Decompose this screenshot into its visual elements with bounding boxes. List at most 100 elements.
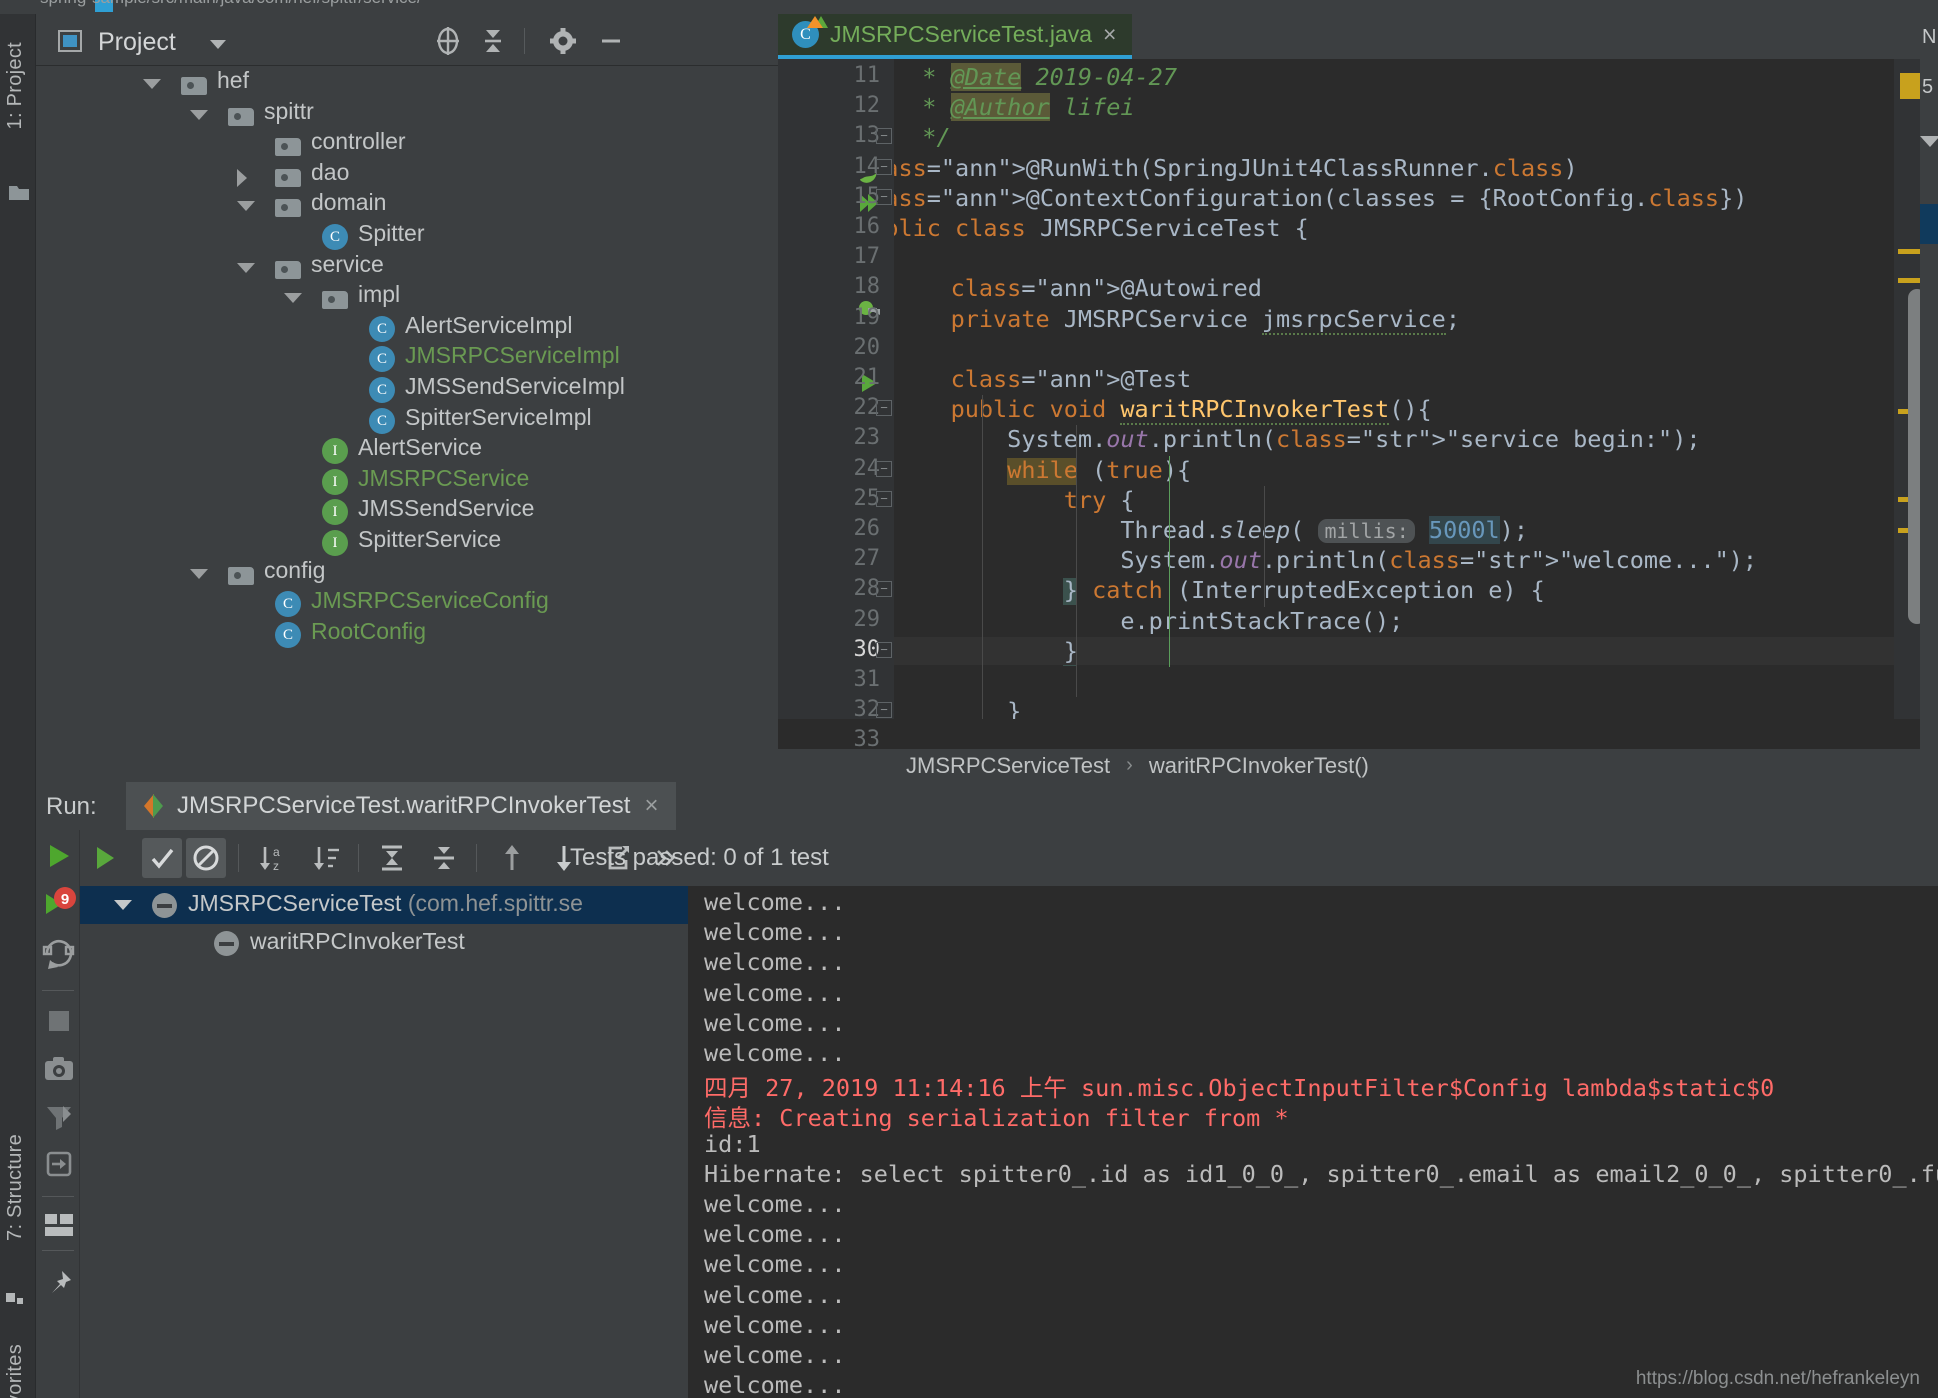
close-icon[interactable]: ×: [1103, 21, 1116, 48]
rerun-failed-tests-icon[interactable]: [42, 936, 76, 975]
tree-item-impl[interactable]: impl: [36, 281, 778, 312]
previous-failed-test-icon[interactable]: [492, 838, 532, 878]
debug-icon[interactable]: 9: [40, 886, 78, 929]
code-line[interactable]: }: [894, 636, 1894, 665]
test-tree-row[interactable]: JMSRPCServiceTest (com.hef.spittr.se: [80, 886, 688, 924]
tab-jmsrpcservicetest[interactable]: C JMSRPCServiceTest.java ×: [778, 14, 1133, 59]
tree-item-service[interactable]: service: [36, 251, 778, 282]
chevron-down-icon[interactable]: [190, 568, 208, 579]
scroll-to-end-icon[interactable]: [44, 1150, 74, 1183]
run-configuration-tab[interactable]: JMSRPCServiceTest.waritRPCInvokerTest ×: [126, 782, 677, 830]
breadcrumb-class[interactable]: JMSRPCServiceTest: [906, 753, 1110, 779]
console-line: welcome...: [704, 948, 846, 977]
tree-item-config[interactable]: config: [36, 557, 778, 588]
show-passed-tests-icon[interactable]: [142, 838, 182, 878]
code-line[interactable]: }: [894, 697, 1021, 719]
tree-item-spitterservice[interactable]: I SpitterService: [36, 526, 778, 557]
tree-item-spittr[interactable]: spittr: [36, 98, 778, 129]
console-output[interactable]: welcome... welcome... welcome... welcome...…: [688, 886, 1938, 1398]
stop-icon[interactable]: [45, 1007, 73, 1040]
sidebar-item-favorites[interactable]: vorites: [4, 1344, 27, 1398]
tree-item-jmsrpcservice[interactable]: I JMSRPCService: [36, 465, 778, 496]
code-line[interactable]: System.out.println(class="str">"welcome.…: [894, 546, 1757, 574]
code-fold-toggle[interactable]: −: [876, 641, 892, 658]
rerun-icon[interactable]: [84, 838, 124, 878]
console-line: welcome...: [704, 1008, 846, 1037]
chevron-down-icon[interactable]: [114, 900, 132, 910]
breadcrumb-method[interactable]: waritRPCInvokerTest(): [1149, 753, 1369, 779]
code-line[interactable]: public void waritRPCInvokerTest(){: [894, 395, 1432, 426]
tree-item-hef[interactable]: hef: [36, 67, 778, 98]
sort-by-duration-icon[interactable]: [306, 838, 346, 878]
tree-item-label: SpitterService: [358, 525, 502, 552]
code-fold-toggle[interactable]: −: [876, 400, 892, 417]
code-line[interactable]: private JMSRPCService jmsrpcService;: [894, 304, 1460, 335]
chevron-down-icon[interactable]: [190, 109, 208, 120]
code-fold-toggle[interactable]: −: [876, 158, 892, 175]
tree-item-jmsrpcserviceconfig[interactable]: C JMSRPCServiceConfig: [36, 587, 778, 618]
tree-item-jmsrpcserviceimpl[interactable]: C JMSRPCServiceImpl: [36, 342, 778, 373]
tree-item-spitter[interactable]: C Spitter: [36, 220, 778, 251]
tree-item-rootconfig[interactable]: C RootConfig: [36, 618, 778, 649]
filter-icon[interactable]: [43, 1102, 75, 1137]
tree-item-spitterserviceimpl[interactable]: C SpitterServiceImpl: [36, 404, 778, 435]
editor-code-area[interactable]: * @Date 2019-04-27 * @Author lifei */ cla…: [894, 59, 1894, 719]
code-line[interactable]: class="ann">@RunWith(SpringJUnit4ClassRu…: [894, 154, 1578, 182]
tree-item-controller[interactable]: controller: [36, 128, 778, 159]
sidebar-item-structure[interactable]: 7: Structure: [4, 1134, 27, 1241]
folder-icon[interactable]: [8, 184, 30, 202]
code-fold-toggle[interactable]: −: [876, 460, 892, 477]
code-line[interactable]: class="ann">@Autowired: [894, 274, 1262, 302]
code-line[interactable]: try {: [894, 486, 1135, 514]
project-tree[interactable]: hef spittr controller dao domain C Spitter serv…: [36, 67, 778, 782]
locate-icon[interactable]: [431, 26, 465, 56]
screenshot-icon[interactable]: [43, 1055, 75, 1088]
layout-icon[interactable]: [43, 1212, 75, 1243]
pin-icon[interactable]: [44, 1268, 74, 1303]
tree-item-dao[interactable]: dao: [36, 159, 778, 190]
hide-panel-icon[interactable]: [594, 26, 628, 56]
test-results-tree[interactable]: JMSRPCServiceTest (com.hef.spittr.se wari…: [80, 886, 688, 1398]
chevron-down-icon[interactable]: [284, 293, 302, 304]
code-line[interactable]: */: [894, 123, 950, 151]
code-line[interactable]: Thread.sleep( millis: 5000l);: [894, 516, 1528, 544]
code-fold-toggle[interactable]: −: [876, 702, 892, 719]
test-tree-row[interactable]: waritRPCInvokerTest: [80, 924, 688, 962]
tree-item-alertservice[interactable]: I AlertService: [36, 434, 778, 465]
code-line[interactable]: } catch (InterruptedException e) {: [894, 576, 1545, 604]
chevron-down-icon[interactable]: [1920, 136, 1938, 147]
code-line[interactable]: * @Date 2019-04-27: [894, 63, 1177, 91]
code-line[interactable]: class="ann">@Test: [894, 365, 1192, 393]
code-line[interactable]: * @Author lifei: [894, 93, 1135, 122]
gear-icon[interactable]: [546, 26, 580, 56]
run-icon[interactable]: [40, 838, 76, 879]
close-icon[interactable]: ×: [644, 792, 658, 820]
code-fold-toggle[interactable]: −: [876, 128, 892, 145]
collapse-all-icon[interactable]: [424, 838, 464, 878]
chevron-down-icon[interactable]: [210, 40, 226, 49]
editor-gutter[interactable]: 11 12 13 14 15 16 17 18 19 20 21 22 23 24 25 26 27 28 29 30…: [778, 59, 894, 752]
code-line[interactable]: e.printStackTrace();: [894, 607, 1403, 635]
code-line[interactable]: while (true){: [894, 456, 1191, 484]
chevron-down-icon[interactable]: [143, 79, 161, 89]
sidebar-item-project[interactable]: 1: Project: [4, 42, 27, 129]
line-number: 11: [853, 63, 881, 88]
sort-alphabetically-icon[interactable]: az: [252, 838, 292, 878]
tree-item-label: JMSSendService: [358, 495, 535, 522]
tree-item-alertserviceimpl[interactable]: C AlertServiceImpl: [36, 312, 778, 343]
tree-item-jmssendservice[interactable]: I JMSSendService: [36, 495, 778, 526]
code-line[interactable]: class="ann">@ContextConfiguration(classe…: [894, 184, 1747, 212]
code-line[interactable]: System.out.println(class="str">"service …: [894, 425, 1700, 453]
code-line[interactable]: public class JMSRPCServiceTest {: [894, 214, 1309, 242]
chevron-right-icon[interactable]: [237, 168, 247, 187]
chevron-down-icon[interactable]: [237, 262, 255, 273]
hide-ignored-tests-icon[interactable]: [186, 838, 226, 878]
tree-item-jmssendserviceimpl[interactable]: C JMSSendServiceImpl: [36, 373, 778, 404]
chevron-down-icon[interactable]: [237, 201, 255, 212]
code-fold-toggle[interactable]: −: [876, 188, 892, 205]
expand-all-icon[interactable]: [372, 838, 412, 878]
code-fold-toggle[interactable]: −: [876, 581, 892, 598]
code-fold-toggle[interactable]: −: [876, 490, 892, 507]
collapse-all-icon[interactable]: [476, 26, 510, 56]
tree-item-domain[interactable]: domain: [36, 189, 778, 220]
